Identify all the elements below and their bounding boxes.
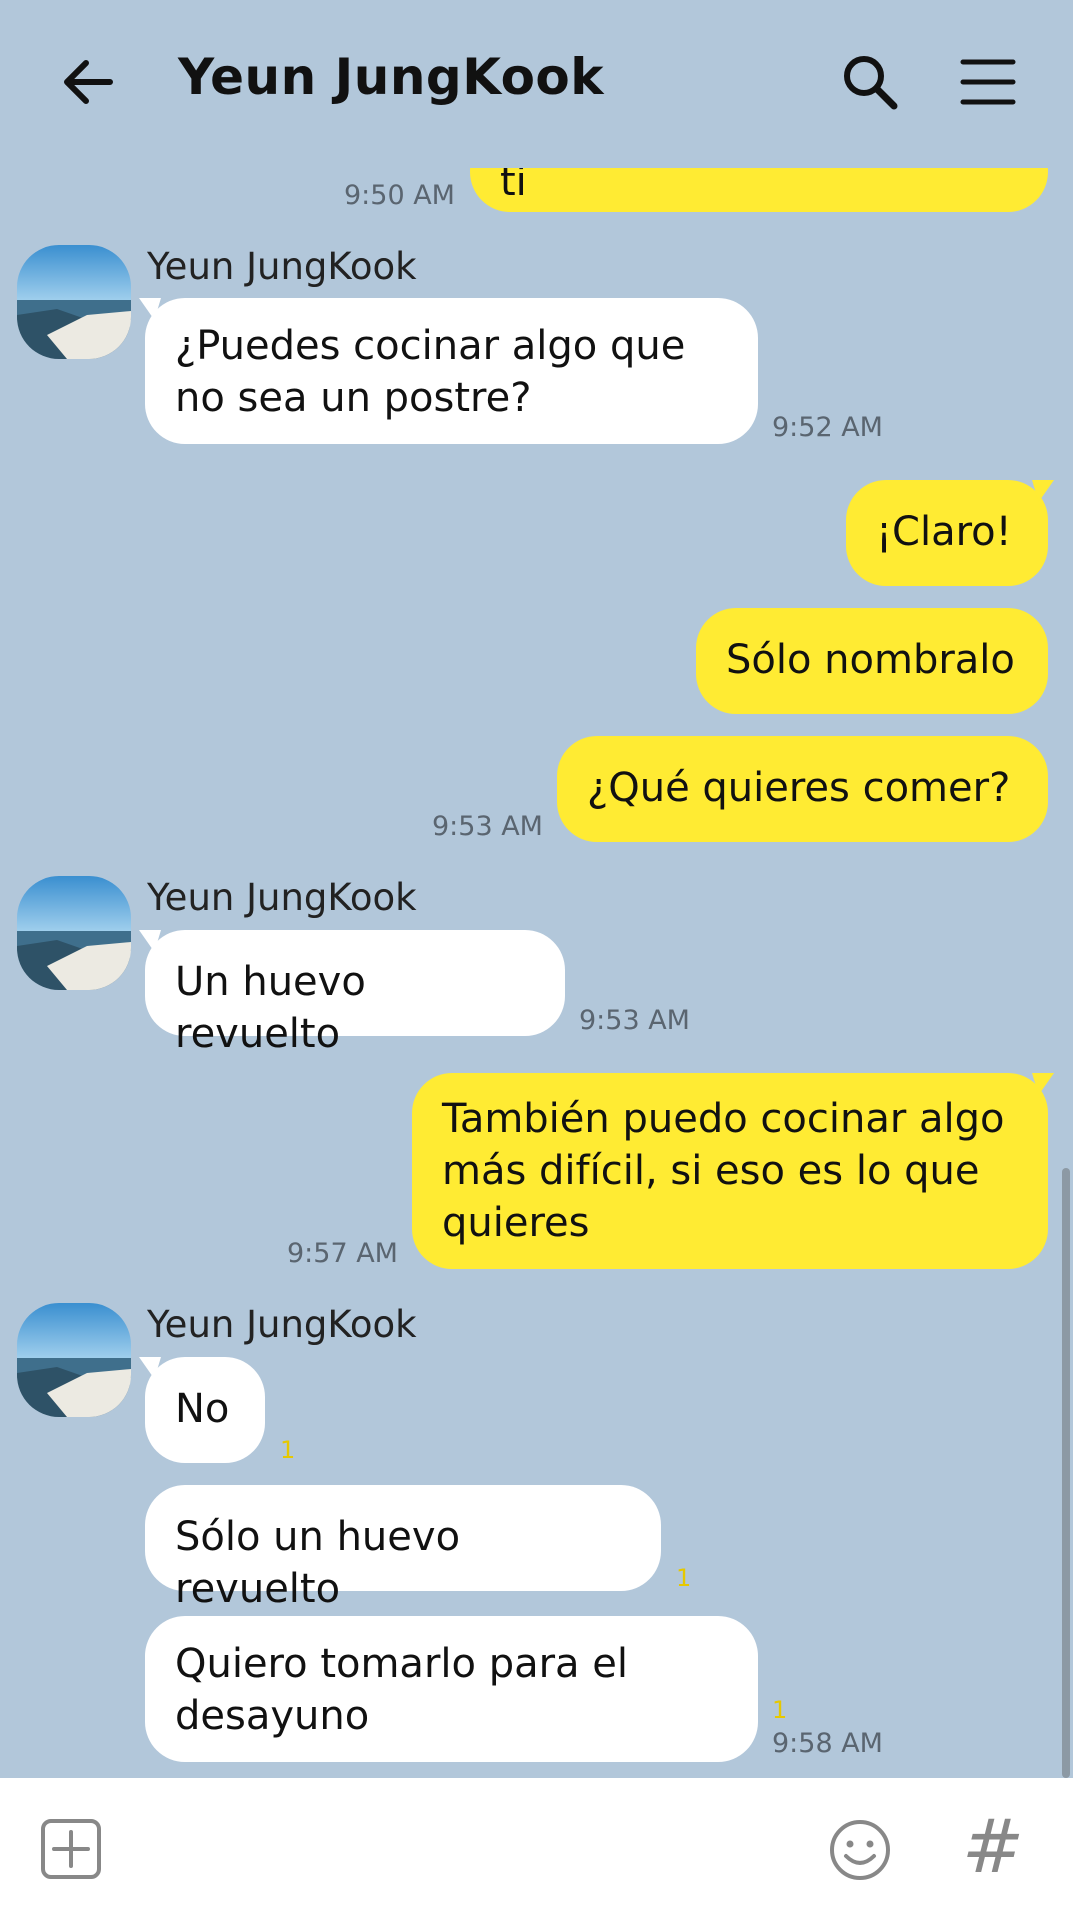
message-bubble-incoming[interactable]: Quiero tomarlo para el desayuno — [145, 1616, 758, 1762]
unread-count: 1 — [772, 1696, 788, 1724]
search-button[interactable] — [840, 52, 900, 112]
page-title: Yeun JungKook — [178, 48, 605, 106]
back-arrow-icon — [64, 60, 113, 104]
menu-button[interactable] — [960, 56, 1016, 108]
composer-bar: # — [0, 1778, 1073, 1920]
plus-icon — [41, 1819, 101, 1879]
message-time: 9:53 AM — [579, 1005, 690, 1036]
avatar-image — [17, 1303, 131, 1417]
message-time: 9:52 AM — [772, 412, 883, 443]
sender-name: Yeun JungKook — [147, 1303, 417, 1346]
emoji-button[interactable] — [828, 1818, 892, 1882]
message-text: ¿Qué quieres comer? — [587, 765, 1011, 811]
sender-name: Yeun JungKook — [147, 876, 417, 919]
chat-area[interactable]: Puedo cocinar algo para ti 9:50 AM Yeun … — [0, 0, 1073, 1778]
message-text-line: Quiero tomarlo para el — [175, 1641, 628, 1687]
message-bubble-outgoing[interactable]: ¿Qué quieres comer? — [557, 736, 1048, 842]
scrollbar[interactable] — [1062, 1168, 1070, 1778]
message-bubble-incoming[interactable]: Un huevo revuelto — [145, 930, 565, 1057]
avatar-image — [17, 876, 131, 990]
message-time: 9:57 AM — [287, 1238, 398, 1269]
hash-icon: # — [962, 1804, 1025, 1890]
unread-count: 1 — [280, 1436, 296, 1464]
message-text: No — [175, 1386, 230, 1432]
message-text: ¡Claro! — [876, 509, 1012, 555]
message-text-line: quieres — [442, 1200, 590, 1246]
message-text-line: desayuno — [175, 1693, 370, 1739]
message-text: Un huevo revuelto — [175, 959, 366, 1057]
hash-button[interactable]: # — [962, 1804, 1024, 1890]
message-bubble-outgoing[interactable]: También puedo cocinar algo más difícil, … — [412, 1073, 1048, 1269]
chat-header: Yeun JungKook — [0, 0, 1073, 168]
message-text: Sólo nombralo — [726, 637, 1015, 683]
message-bubble-outgoing[interactable]: ¡Claro! — [846, 480, 1048, 586]
message-time: 9:58 AM — [772, 1728, 883, 1759]
message-text-line: También puedo cocinar algo — [442, 1096, 1005, 1142]
message-bubble-incoming[interactable]: No — [145, 1357, 265, 1463]
menu-icon — [960, 59, 1016, 105]
message-text-line: ¿Puedes cocinar algo que — [175, 323, 686, 369]
message-time: 9:53 AM — [432, 811, 543, 842]
avatar[interactable] — [17, 1303, 131, 1417]
message-text-line: más difícil, si eso es lo que — [442, 1148, 980, 1194]
search-icon — [844, 56, 898, 110]
message-bubble-outgoing[interactable]: Sólo nombralo — [696, 608, 1048, 714]
message-time: 9:50 AM — [344, 180, 455, 211]
message-bubble-incoming[interactable]: ¿Puedes cocinar algo que no sea un postr… — [145, 298, 758, 444]
unread-count: 1 — [676, 1564, 692, 1592]
message-bubble-incoming[interactable]: Sólo un huevo revuelto — [145, 1485, 661, 1612]
avatar-image — [17, 245, 131, 359]
message-text: Sólo un huevo revuelto — [175, 1514, 461, 1612]
sender-name: Yeun JungKook — [147, 245, 417, 288]
avatar[interactable] — [17, 876, 131, 990]
attach-button[interactable] — [40, 1818, 102, 1880]
emoji-icon — [830, 1820, 890, 1880]
avatar[interactable] — [17, 245, 131, 359]
back-button[interactable] — [58, 52, 118, 112]
message-text-line: no sea un postre? — [175, 375, 532, 421]
